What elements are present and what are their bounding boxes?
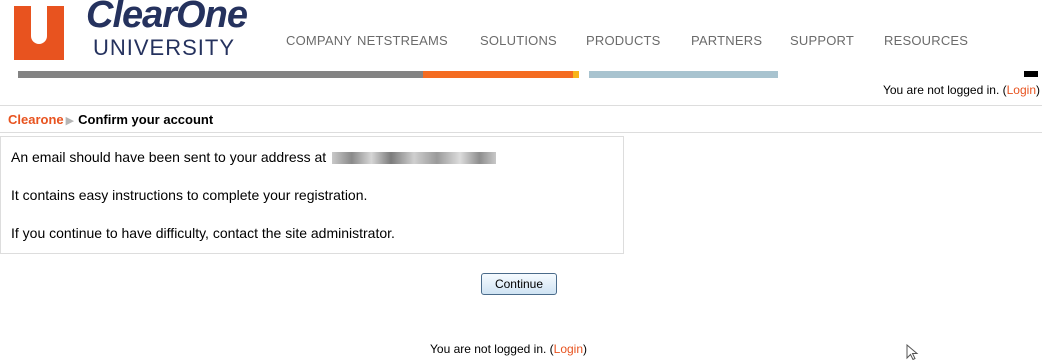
breadcrumb-home-link[interactable]: Clearone (8, 112, 64, 127)
breadcrumb: Clearone ▶ Confirm your account (0, 105, 1042, 133)
header-bar-blue (589, 71, 778, 78)
nav-item-resources[interactable]: RESOURCES (884, 33, 968, 48)
login-link-top[interactable]: Login (1007, 83, 1036, 97)
redacted-email-address (332, 152, 497, 165)
nav-item-netstreams[interactable]: NETSTREAMS (357, 33, 448, 48)
confirmation-message-box: An email should have been sent to your a… (0, 136, 624, 254)
mouse-pointer-icon (906, 344, 919, 360)
continue-button[interactable]: Continue (481, 273, 557, 295)
nav-item-partners[interactable]: PARTNERS (691, 33, 762, 48)
login-status-text: You are not logged in. ( (882, 83, 1007, 97)
footer-login-text: You are not logged in. ( (430, 342, 554, 356)
footer-login-close: ) (583, 342, 588, 356)
nav-item-products[interactable]: PRODUCTS (586, 33, 661, 48)
main-nav: COMPANY NETSTREAMS SOLUTIONS PRODUCTS PA… (0, 33, 1042, 49)
message-line-instructions: It contains easy instructions to complet… (11, 187, 368, 203)
message-line-email-text: An email should have been sent to your a… (11, 149, 327, 165)
header-bar-orange (423, 71, 573, 78)
message-line-difficulty: If you continue to have difficulty, cont… (11, 225, 395, 241)
message-line-email: An email should have been sent to your a… (11, 149, 497, 165)
triangle-right-icon: ▶ (65, 115, 75, 127)
nav-item-solutions[interactable]: SOLUTIONS (480, 33, 557, 48)
login-link-footer[interactable]: Login (554, 342, 583, 356)
login-status-top: You are not logged in. (Login) (883, 83, 1040, 97)
nav-item-support[interactable]: SUPPORT (790, 33, 854, 48)
login-status-close: ) (1036, 83, 1040, 97)
nav-item-company[interactable]: COMPANY (286, 33, 352, 48)
breadcrumb-current: Confirm your account (78, 112, 214, 127)
header-bar-gray (18, 71, 423, 78)
header-corner-mark (1024, 71, 1038, 77)
login-status-footer: You are not logged in. (Login) (430, 342, 587, 356)
logo-brand-text: ClearOne (86, 0, 248, 36)
header-bar-yellow (573, 71, 579, 78)
